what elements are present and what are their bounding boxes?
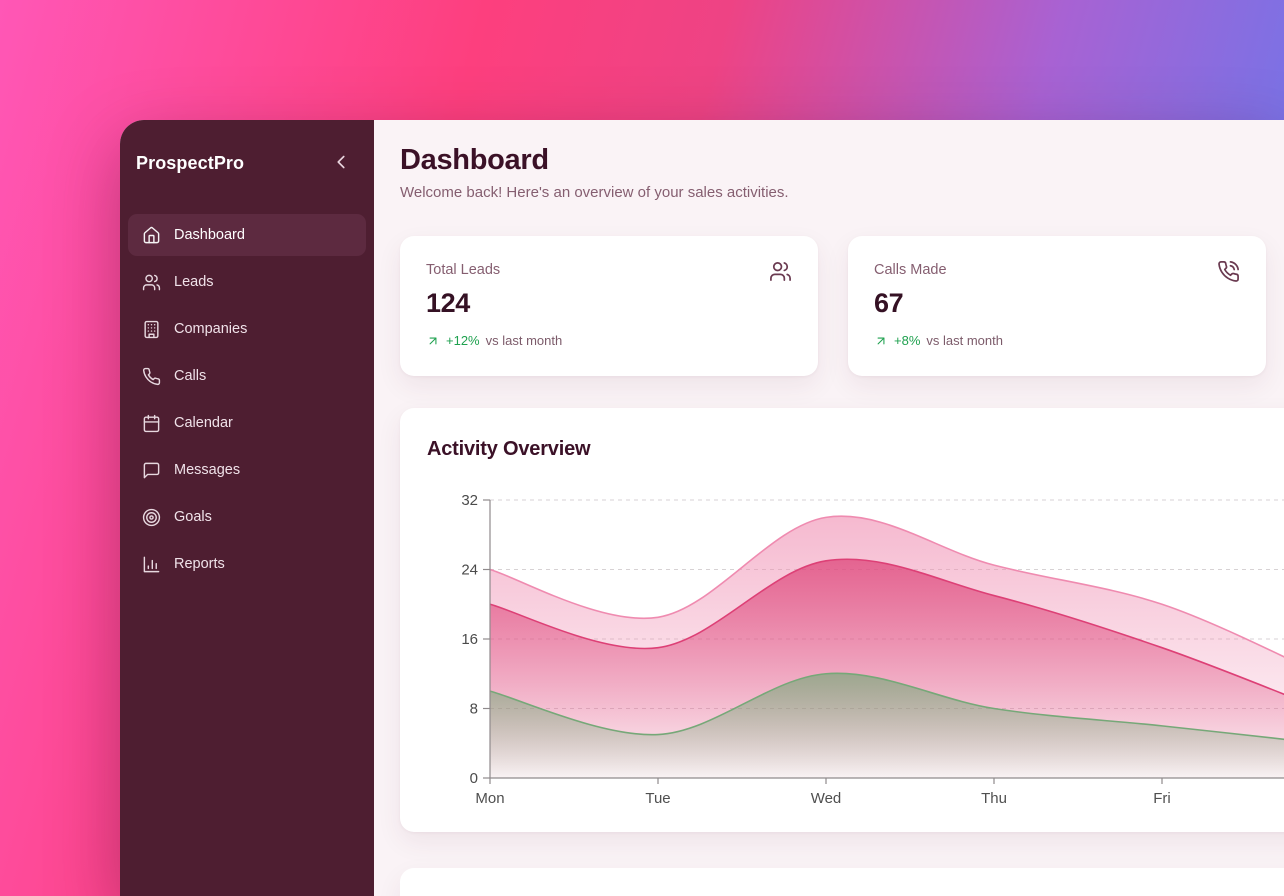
trend-percent: +8% (894, 333, 920, 348)
trend-up-icon (426, 334, 440, 348)
stat-label: Total Leads (426, 262, 792, 278)
sidebar-item-label: Calendar (174, 415, 233, 431)
trend-suffix: vs last month (486, 333, 563, 348)
y-tick-label: 24 (461, 562, 478, 579)
building-icon (142, 320, 161, 339)
sidebar-item-messages[interactable]: Messages (128, 449, 366, 491)
activity-overview-card: Activity Overview 0 8 16 24 32 Mon Tue Wed Thu Fr… (400, 408, 1284, 832)
phone-icon (142, 367, 161, 386)
sidebar-item-label: Companies (174, 321, 247, 337)
phone-call-icon (1217, 260, 1240, 283)
calendar-icon (142, 414, 161, 433)
app-logo: ProspectPro (136, 153, 244, 174)
users-icon (769, 260, 792, 283)
x-tick-label: Tue (645, 790, 670, 807)
app-window: ProspectPro Dashboard Leads Companies (120, 120, 1284, 896)
home-icon (142, 226, 161, 245)
sidebar-collapse-button[interactable] (330, 152, 352, 174)
sidebar-item-label: Reports (174, 556, 225, 572)
bar-chart-icon (142, 555, 161, 574)
stat-trend: +8% vs last month (874, 333, 1240, 348)
chart-title: Activity Overview (427, 438, 590, 461)
page-title: Dashboard (400, 144, 789, 177)
stat-card-calls-made: Calls Made 67 +8% vs last month (848, 236, 1266, 376)
y-tick-label: 32 (461, 492, 478, 509)
stat-value: 124 (426, 288, 792, 319)
y-tick-label: 8 (470, 701, 478, 718)
stat-trend: +12% vs last month (426, 333, 792, 348)
y-tick-label: 16 (461, 631, 478, 648)
x-tick-label: Mon (475, 790, 504, 807)
trend-up-icon (874, 334, 888, 348)
sidebar: ProspectPro Dashboard Leads Companies (120, 120, 374, 896)
sidebar-item-calendar[interactable]: Calendar (128, 402, 366, 444)
y-tick-label: 0 (470, 770, 478, 787)
sidebar-header: ProspectPro (120, 144, 374, 174)
sidebar-item-label: Calls (174, 368, 206, 384)
activity-area-chart: 0 8 16 24 32 Mon Tue Wed Thu Fri (420, 488, 1284, 823)
x-tick-label: Thu (981, 790, 1007, 807)
sidebar-item-dashboard[interactable]: Dashboard (128, 214, 366, 256)
stat-label: Calls Made (874, 262, 1240, 278)
sidebar-item-leads[interactable]: Leads (128, 261, 366, 303)
users-icon (142, 273, 161, 292)
chevron-left-icon (330, 151, 352, 176)
message-icon (142, 461, 161, 480)
x-tick-label: Fri (1153, 790, 1171, 807)
stat-card-total-leads: Total Leads 124 +12% vs last month (400, 236, 818, 376)
sidebar-item-companies[interactable]: Companies (128, 308, 366, 350)
sidebar-item-reports[interactable]: Reports (128, 543, 366, 585)
x-tick-label: Wed (811, 790, 842, 807)
page-subtitle: Welcome back! Here's an overview of your… (400, 184, 789, 201)
desktop-background: ProspectPro Dashboard Leads Companies (0, 0, 1284, 896)
page-header: Dashboard Welcome back! Here's an overvi… (400, 144, 789, 201)
trend-suffix: vs last month (926, 333, 1003, 348)
stats-row: Total Leads 124 +12% vs last month Calls… (400, 236, 1266, 376)
sidebar-item-goals[interactable]: Goals (128, 496, 366, 538)
sidebar-item-calls[interactable]: Calls (128, 355, 366, 397)
sidebar-item-label: Dashboard (174, 227, 245, 243)
sidebar-item-label: Goals (174, 509, 212, 525)
partially-visible-card (400, 868, 1284, 896)
trend-percent: +12% (446, 333, 480, 348)
sidebar-item-label: Leads (174, 274, 214, 290)
main-content: Dashboard Welcome back! Here's an overvi… (374, 120, 1284, 896)
stat-value: 67 (874, 288, 1240, 319)
sidebar-item-label: Messages (174, 462, 240, 478)
sidebar-nav: Dashboard Leads Companies Calls Calendar (120, 214, 374, 585)
target-icon (142, 508, 161, 527)
